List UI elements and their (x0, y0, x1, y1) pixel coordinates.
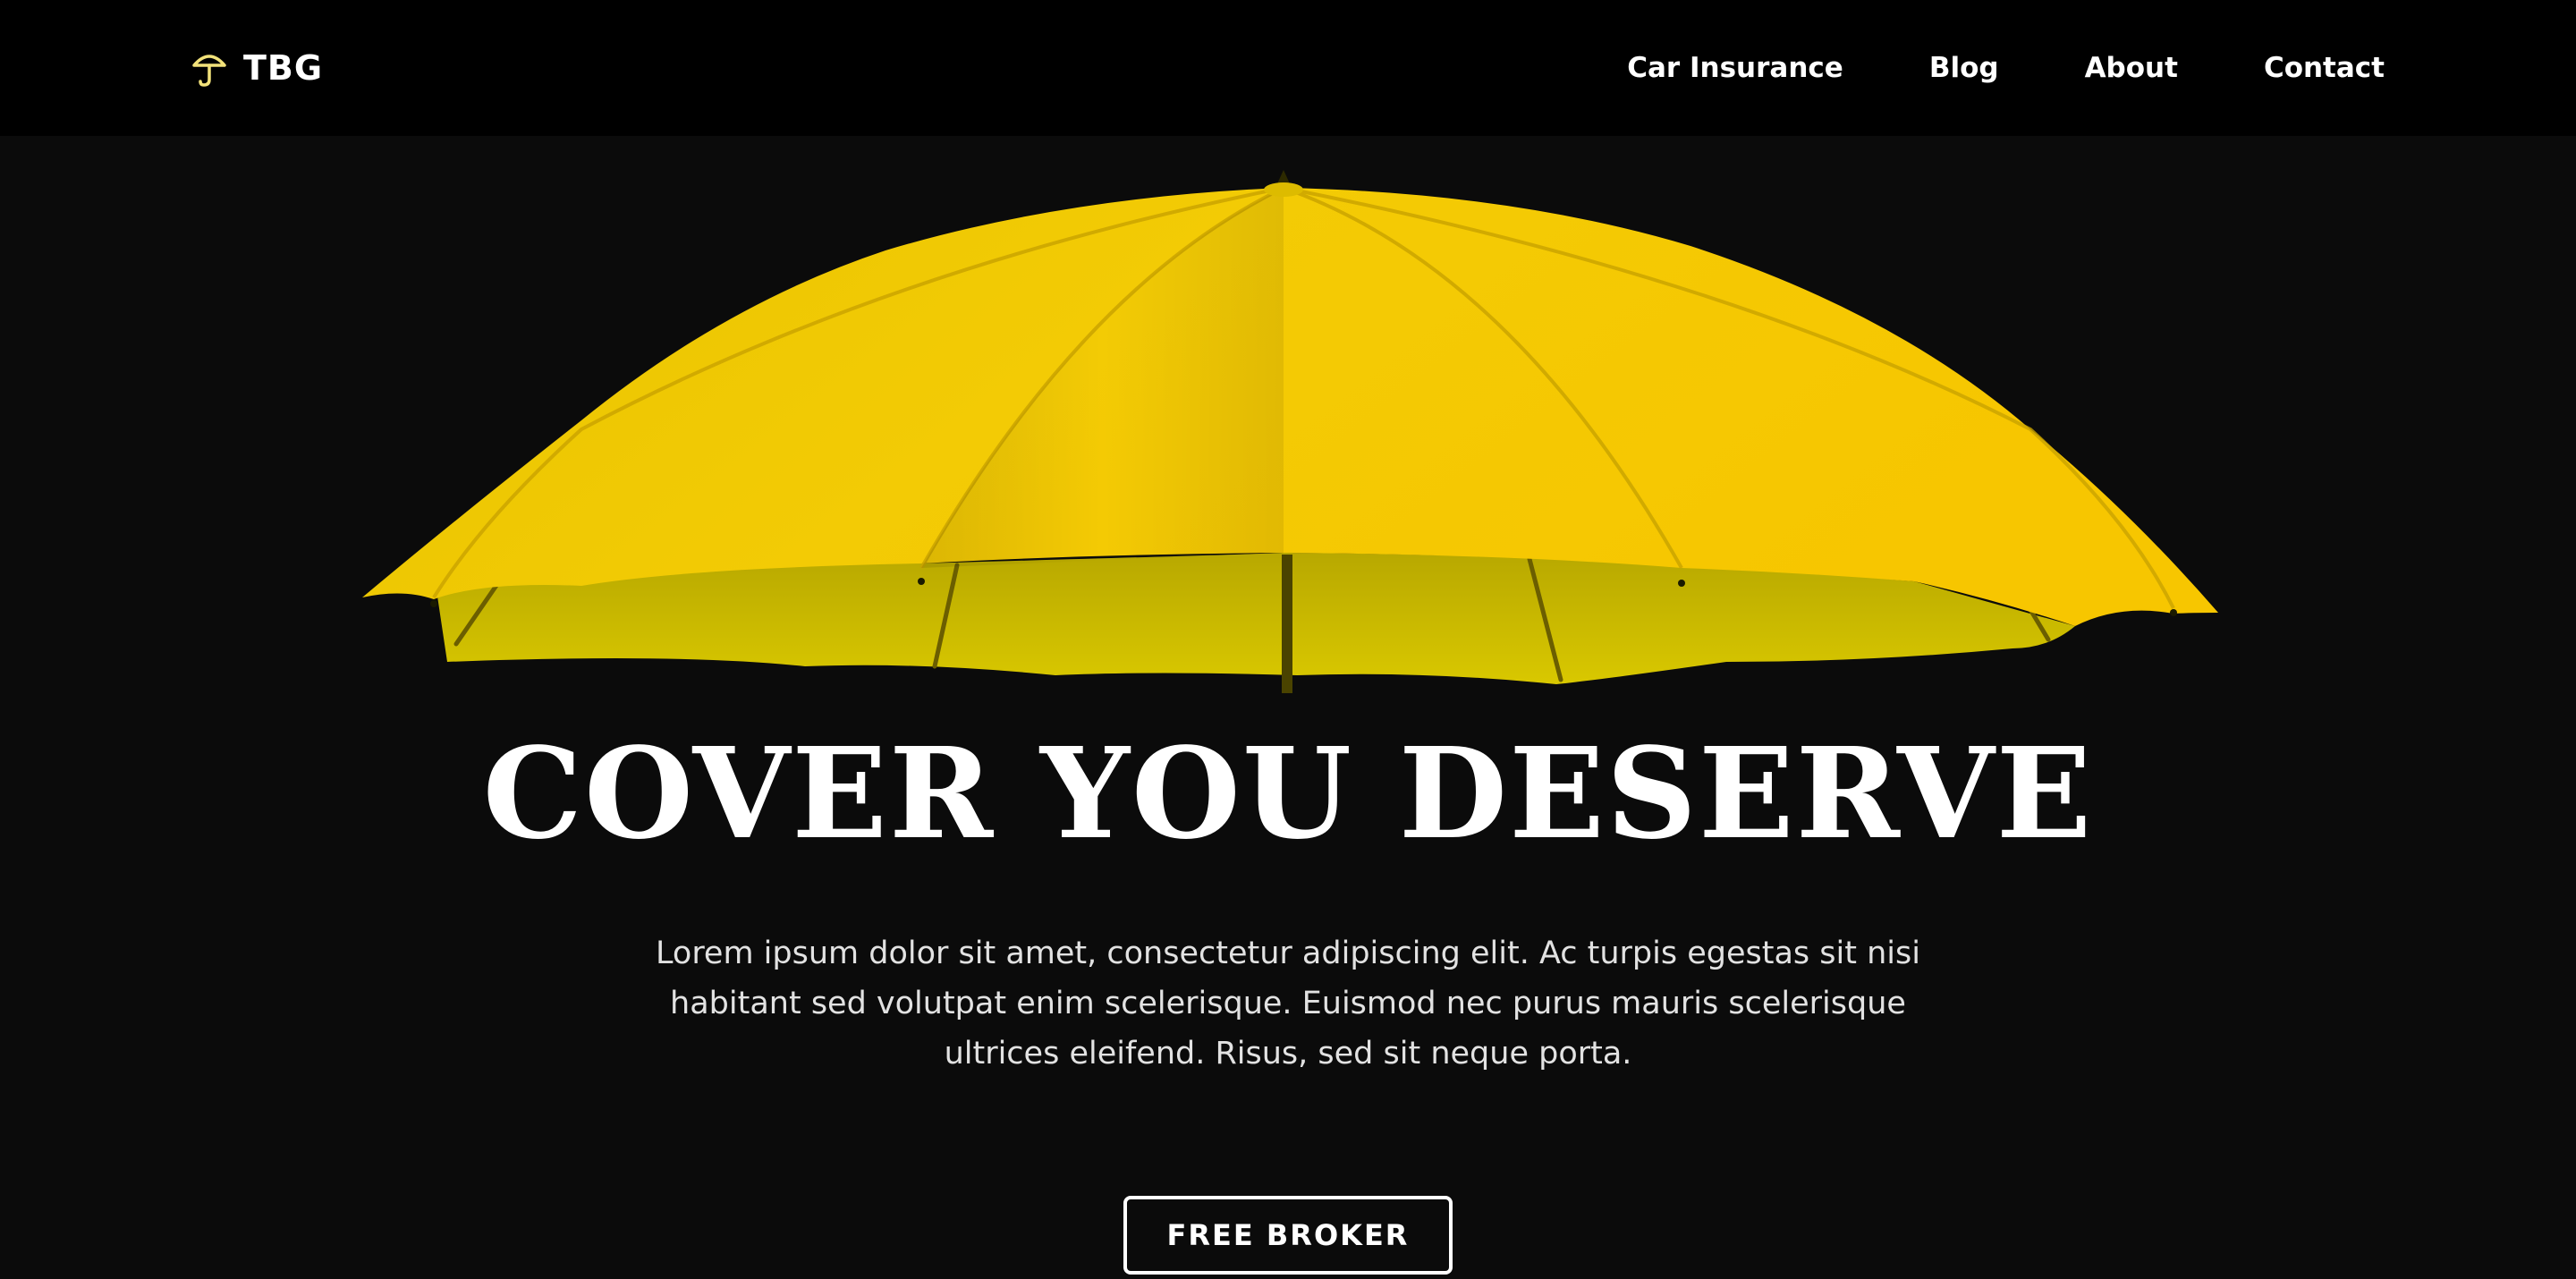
nav-link-contact[interactable]: Contact (2264, 52, 2385, 84)
nav-item-about: About (2085, 52, 2178, 84)
hero-description: Lorem ipsum dolor sit amet, consectetur … (656, 936, 1920, 1071)
page: TBG Car Insurance Blog About Contact COV… (0, 0, 2576, 1279)
nav-link-blog[interactable]: Blog (1929, 52, 1999, 84)
brand-logo-link[interactable]: TBG (191, 47, 323, 89)
hero-title: COVER YOU DESERVE (482, 721, 2094, 868)
free-broker-button[interactable]: FREE BROKER (1123, 1196, 1453, 1275)
nav-link-car-insurance[interactable]: Car Insurance (1627, 52, 1843, 84)
umbrella-icon (191, 47, 227, 89)
yellow-umbrella-image (362, 170, 2218, 693)
top-navbar: TBG Car Insurance Blog About Contact (0, 0, 2576, 136)
nav-item-car-insurance: Car Insurance (1627, 52, 1843, 84)
nav-link-about[interactable]: About (2085, 52, 2178, 84)
nav-item-contact: Contact (2264, 52, 2385, 84)
brand-name: TBG (243, 48, 324, 88)
main-nav: Car Insurance Blog About Contact (1627, 52, 2385, 84)
nav-item-blog: Blog (1929, 52, 1999, 84)
